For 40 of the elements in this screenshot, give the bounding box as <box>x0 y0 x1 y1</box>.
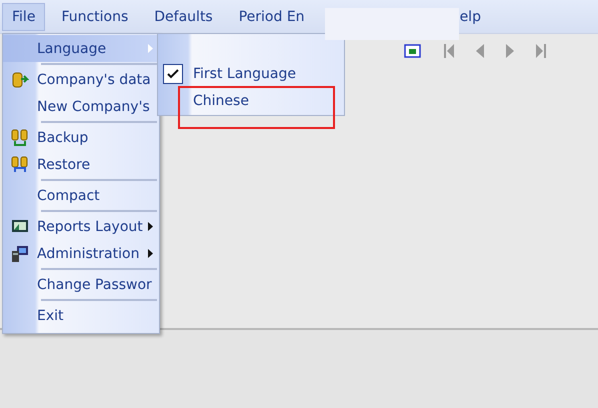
first-icon[interactable] <box>444 44 454 58</box>
menu-item[interactable]: elp <box>458 2 491 30</box>
menu-item[interactable]: Functions <box>51 2 138 30</box>
grid-icon[interactable] <box>404 42 422 60</box>
computer-icon <box>11 244 29 262</box>
menu-item[interactable]: First Language <box>158 60 344 87</box>
menu-item[interactable]: Administration <box>3 240 159 267</box>
database-icon <box>11 70 29 88</box>
menu-item[interactable]: Exit <box>3 302 159 329</box>
menu-item-label: Exit <box>37 308 64 324</box>
menu-item[interactable]: Backup <box>3 124 159 151</box>
submenu-arrow-icon <box>148 44 153 53</box>
menu-item[interactable]: Reports Layout <box>3 213 159 240</box>
cylinders-icon <box>11 156 29 174</box>
menu-item-label: Reports Layout <box>37 218 143 234</box>
menu-item[interactable]: Compact <box>3 182 159 209</box>
menu-item[interactable]: File <box>2 2 46 30</box>
menu-item-label: Compact <box>37 188 100 204</box>
submenu-arrow-icon <box>148 249 153 258</box>
menu-item-label: Language <box>37 40 106 56</box>
submenu-arrow-icon <box>148 222 153 231</box>
next-icon[interactable] <box>506 44 514 58</box>
menu-item-label: Change Passwor <box>37 276 152 292</box>
menu-item[interactable]: Language <box>3 35 159 62</box>
last-icon[interactable] <box>536 44 546 58</box>
menu-item-label: First Language <box>193 66 296 82</box>
menu-item[interactable]: Change Passwor <box>3 271 159 298</box>
menu-item[interactable]: New Company's <box>3 93 159 120</box>
menu-item-label: Backup <box>37 130 88 146</box>
menu-item-label: Chinese <box>193 92 249 108</box>
menu-item-label: Restore <box>37 156 90 172</box>
menu-item[interactable]: Company's data <box>3 66 159 93</box>
menu-item-label: Company's data <box>37 72 151 88</box>
cylinders-icon <box>11 128 29 146</box>
menu-item[interactable]: Period En <box>228 2 315 30</box>
menu-item-label: Administration <box>37 246 140 262</box>
menu-item[interactable]: Restore <box>3 151 159 178</box>
menu-item-label: New Company's <box>37 98 150 114</box>
menu-item[interactable]: Defaults <box>144 2 223 30</box>
previous-icon[interactable] <box>476 44 484 58</box>
